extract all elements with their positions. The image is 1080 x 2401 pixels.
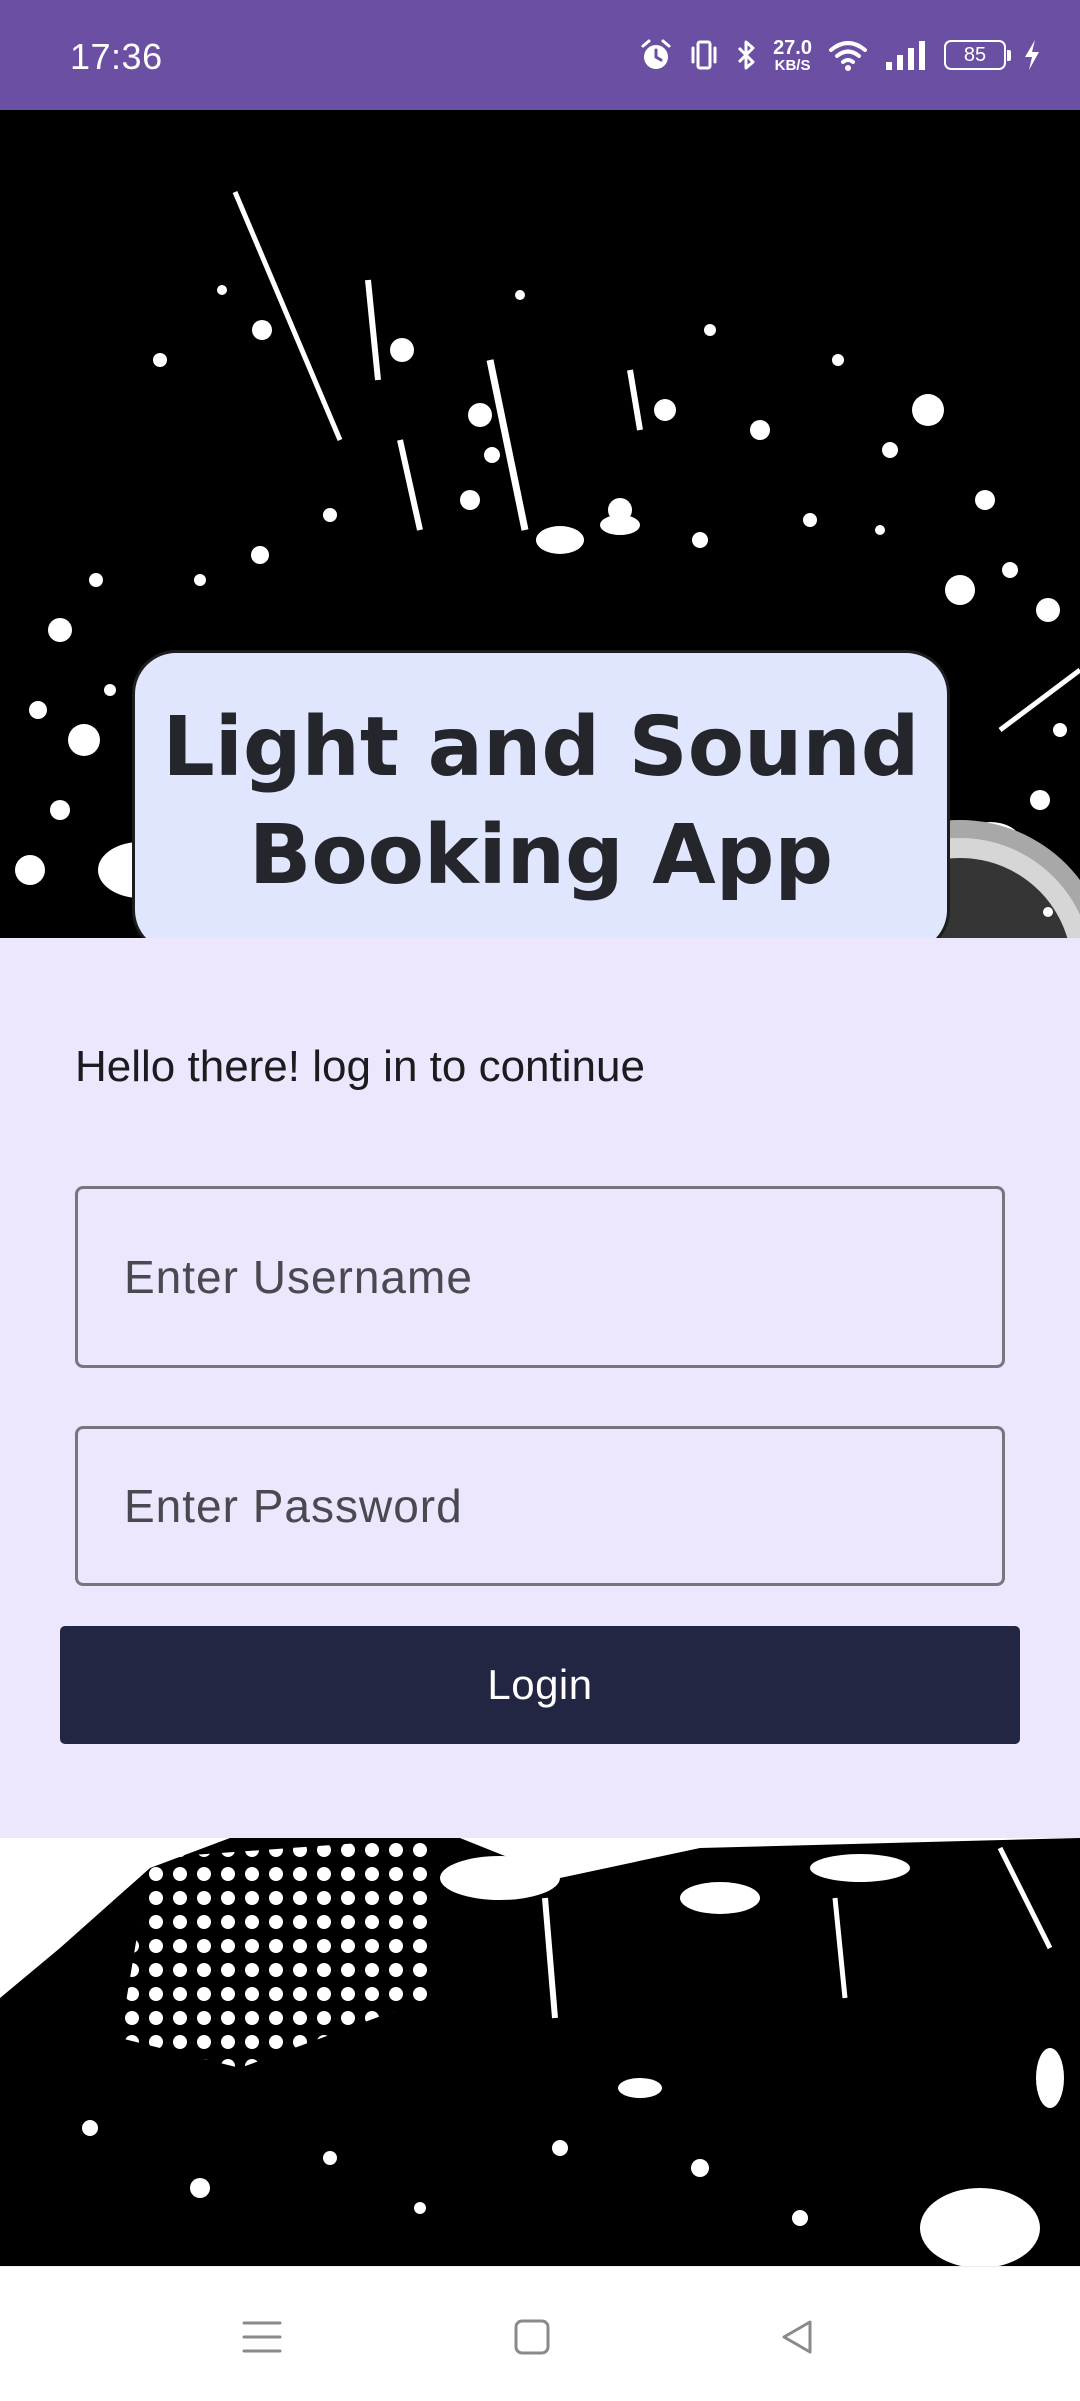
bluetooth-icon (738, 40, 755, 70)
login-prompt: Hello there! log in to continue (75, 1042, 645, 1091)
back-triangle-icon (782, 2320, 812, 2354)
recent-apps-button[interactable] (222, 2297, 302, 2377)
grunge-art (0, 1838, 1080, 2266)
home-button[interactable] (492, 2297, 572, 2377)
battery-level: 85 (963, 43, 987, 66)
back-button[interactable] (756, 2297, 836, 2377)
footer-art (0, 1838, 1080, 2266)
password-input[interactable] (75, 1426, 1005, 1586)
network-speed: 27.0 KB/S (773, 38, 812, 73)
username-input[interactable] (75, 1186, 1005, 1368)
battery-icon: 85 (944, 40, 1011, 70)
square-icon (514, 2319, 550, 2355)
status-icons: 27.0 KB/S 85 (639, 30, 1042, 80)
signal-icon (886, 41, 925, 70)
app-title: Light and Sound Booking App (162, 700, 920, 903)
wifi-icon (829, 41, 867, 71)
login-button[interactable]: Login (60, 1626, 1020, 1744)
status-bar: 17:36 27.0 KB/S 85 (0, 0, 1080, 110)
vibrate-icon (691, 40, 717, 70)
navigation-bar (0, 2266, 1080, 2401)
hero-banner: Light and Sound Booking App (0, 110, 1080, 938)
app-title-card: Light and Sound Booking App (132, 650, 950, 938)
status-time: 17:36 (70, 36, 163, 77)
charging-icon (1025, 40, 1039, 70)
network-speed-value: 27.0 (773, 36, 812, 59)
login-form: Hello there! log in to continue Login (0, 938, 1080, 1838)
network-speed-unit: KB/S (774, 56, 811, 74)
menu-icon (242, 2321, 282, 2353)
alarm-icon (641, 39, 671, 69)
